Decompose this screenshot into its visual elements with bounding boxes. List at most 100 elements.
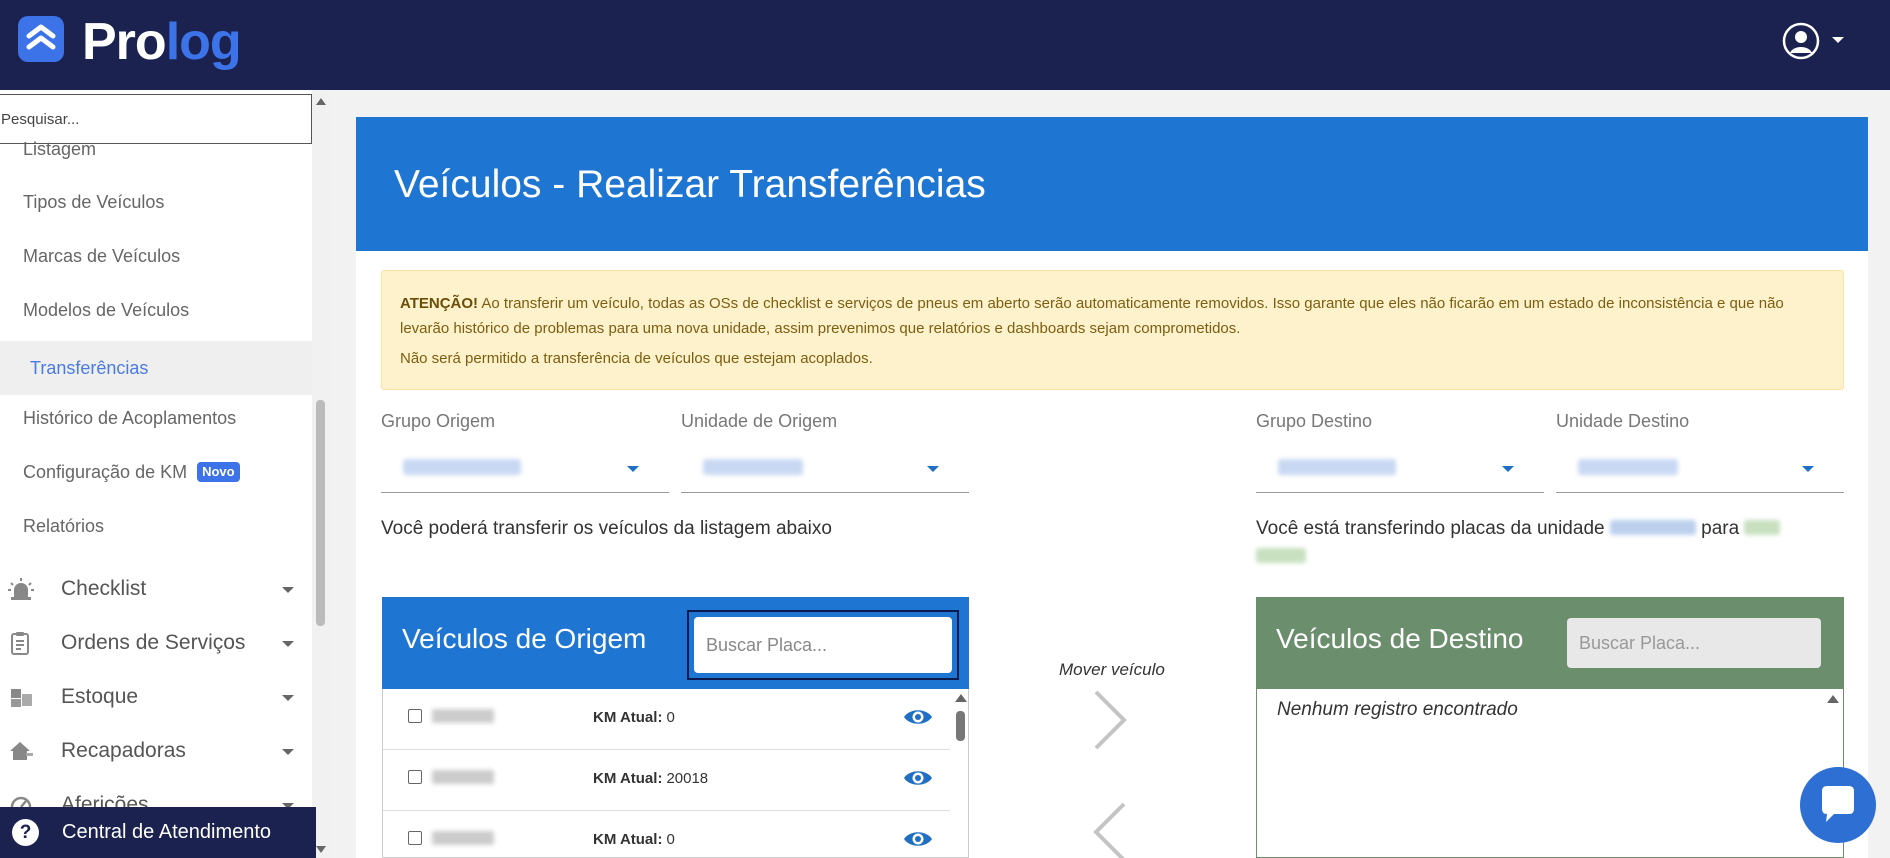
sidebar-item-label: Relatórios xyxy=(23,516,105,536)
sidebar-menu-estoque[interactable]: Estoque xyxy=(0,670,312,724)
grupo-destino-value-redacted xyxy=(1278,459,1396,475)
unidade-destino-label: Unidade Destino xyxy=(1556,411,1690,431)
sidebar-scroll-thumb[interactable] xyxy=(316,400,325,626)
scroll-up-arrow-icon[interactable] xyxy=(1827,695,1839,703)
km-value: 0 xyxy=(666,831,675,848)
top-bar: Prolog xyxy=(0,0,1890,90)
scroll-up-arrow-icon[interactable] xyxy=(316,98,326,105)
grupo-destino-select[interactable] xyxy=(1256,441,1544,493)
sidebar-item-listagem[interactable]: Listagem xyxy=(0,134,312,164)
dest-search-input[interactable] xyxy=(1567,618,1821,668)
row-checkbox[interactable] xyxy=(408,770,422,784)
sidebar: Listagem Tipos de Veículos Marcas de Veí… xyxy=(0,90,330,858)
user-account-icon[interactable] xyxy=(1782,22,1820,60)
origin-search-input[interactable] xyxy=(694,617,952,673)
chevron-down-icon xyxy=(282,749,294,755)
eye-icon[interactable] xyxy=(903,768,933,788)
unidade-destino-select[interactable] xyxy=(1556,441,1844,493)
logo-text-primary: Pro xyxy=(82,13,167,71)
dest-info-prefix: Você está transferindo placas da unidade xyxy=(1256,518,1605,539)
sidebar-item-label: Modelos de Veículos xyxy=(23,300,190,320)
alert-text: Ao transferir um veículo, todas as OSs d… xyxy=(400,295,1784,337)
row-checkbox[interactable] xyxy=(408,709,422,723)
km-value: 0 xyxy=(666,709,675,726)
chat-bubble-icon xyxy=(1822,786,1854,822)
logo-icon[interactable] xyxy=(18,16,64,62)
table-row[interactable]: KM Atual: 20018 xyxy=(383,750,950,811)
chevron-down-icon xyxy=(282,695,294,701)
sidebar-item-marcas-veiculos[interactable]: Marcas de Veículos xyxy=(0,229,312,283)
chevron-down-icon xyxy=(627,466,639,472)
sidebar-item-label: Histórico de Acoplamentos xyxy=(23,408,237,428)
plate-redacted xyxy=(432,770,494,784)
dest-vehicle-list: Nenhum registro encontrado xyxy=(1256,689,1844,858)
origin-panel-header: Veículos de Origem xyxy=(382,597,969,689)
user-menu-caret-icon[interactable] xyxy=(1832,37,1844,43)
page-title: Veículos - Realizar Transferências xyxy=(394,163,986,206)
origin-info-text: Você poderá transferir os veículos da li… xyxy=(381,518,832,539)
logo-text-accent: log xyxy=(165,13,242,71)
grupo-origem-select[interactable] xyxy=(381,441,669,493)
clipboard-icon xyxy=(11,632,29,655)
grupo-destino-label: Grupo Destino xyxy=(1256,411,1373,431)
move-right-arrow-icon[interactable] xyxy=(1090,688,1130,752)
chevron-down-icon xyxy=(927,466,939,472)
alert-note: Não será permitido a transferência de ve… xyxy=(400,350,873,367)
dest-info-unit2-redacted xyxy=(1744,520,1781,535)
sidebar-item-tipos-veiculos[interactable]: Tipos de Veículos xyxy=(0,175,312,229)
unidade-origem-label: Unidade de Origem xyxy=(681,411,838,431)
table-row[interactable]: KM Atual: 0 xyxy=(383,811,950,858)
table-row[interactable]: KM Atual: 0 xyxy=(383,689,950,750)
sidebar-item-relatorios[interactable]: Relatórios xyxy=(0,499,312,553)
sidebar-menu-label: Aferições xyxy=(61,793,149,808)
gauge-icon xyxy=(10,796,32,808)
eye-icon[interactable] xyxy=(903,829,933,849)
dest-info-middle: para xyxy=(1701,518,1740,539)
page-header: Veículos - Realizar Transferências xyxy=(356,117,1868,251)
chat-support-button[interactable] xyxy=(1800,767,1876,843)
chevron-down-icon xyxy=(1802,466,1814,472)
sidebar-menu-label: Estoque xyxy=(61,685,139,708)
sidebar-menu-label: Ordens de Serviços xyxy=(61,631,246,654)
origin-list-scroll-thumb[interactable] xyxy=(956,711,965,741)
central-atendimento-button[interactable]: ? Central de Atendimento xyxy=(0,807,316,858)
sidebar-item-configuracao-km[interactable]: Configuração de KM Novo xyxy=(0,445,312,499)
km-label: KM Atual: xyxy=(593,770,663,787)
help-icon: ? xyxy=(12,819,39,846)
boxes-icon xyxy=(11,689,32,707)
sidebar-item-label: Tipos de Veículos xyxy=(23,192,165,212)
km-label: KM Atual: xyxy=(593,709,663,726)
grupo-origem-label: Grupo Origem xyxy=(381,411,496,431)
move-left-arrow-icon[interactable] xyxy=(1090,800,1130,858)
move-vehicle-label: Mover veículo xyxy=(1059,660,1165,679)
chevron-down-icon xyxy=(282,587,294,593)
dest-info-unit-redacted xyxy=(1609,520,1696,535)
logo-text[interactable]: Prolog xyxy=(82,12,242,72)
plate-redacted xyxy=(432,831,494,845)
km-label: KM Atual: xyxy=(593,831,663,848)
scroll-up-arrow-icon[interactable] xyxy=(955,694,967,702)
row-checkbox[interactable] xyxy=(408,831,422,845)
chevron-down-icon xyxy=(282,641,294,647)
sidebar-menu-label: Checklist xyxy=(61,577,147,600)
origin-list-scrollbar[interactable] xyxy=(951,689,969,858)
sidebar-item-label: Marcas de Veículos xyxy=(23,246,181,266)
sidebar-menu-label: Recapadoras xyxy=(61,739,186,762)
sidebar-menu-checklist[interactable]: Checklist xyxy=(0,562,312,616)
sidebar-scrollbar[interactable] xyxy=(312,90,330,858)
sidebar-item-transferencias[interactable]: Transferências xyxy=(0,341,312,395)
km-value: 20018 xyxy=(666,770,709,787)
scroll-down-arrow-icon[interactable] xyxy=(316,846,326,853)
empty-message: Nenhum registro encontrado xyxy=(1277,699,1518,720)
sidebar-menu-ordens-servicos[interactable]: Ordens de Serviços xyxy=(0,616,312,670)
sidebar-menu-recapadoras[interactable]: Recapadoras xyxy=(0,724,312,778)
unidade-origem-select[interactable] xyxy=(681,441,969,493)
central-atendimento-label: Central de Atendimento xyxy=(62,821,272,843)
unidade-origem-value-redacted xyxy=(703,459,803,475)
eye-icon[interactable] xyxy=(903,707,933,727)
sidebar-item-modelos-veiculos[interactable]: Modelos de Veículos xyxy=(0,283,312,337)
origin-panel-title: Veículos de Origem xyxy=(402,623,647,654)
sidebar-item-historico-acoplamentos[interactable]: Histórico de Acoplamentos xyxy=(0,391,312,445)
sidebar-item-label: Transferências xyxy=(30,358,149,378)
sidebar-menu-afericoes[interactable]: Aferições xyxy=(0,778,312,808)
